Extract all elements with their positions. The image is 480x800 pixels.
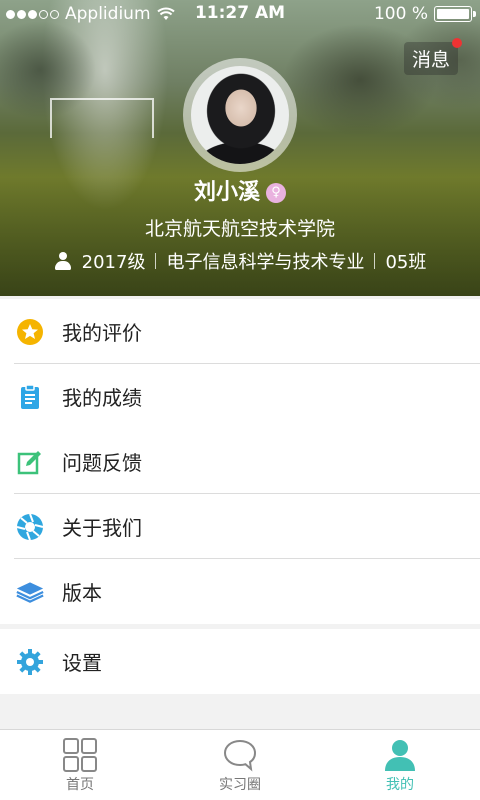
class: 05班 bbox=[385, 252, 427, 273]
menu-label: 版本 bbox=[62, 581, 102, 605]
messages-label: 消息 bbox=[411, 49, 450, 71]
profile-name-row: 刘小溪 ♀ bbox=[0, 174, 480, 206]
menu-label: 我的评价 bbox=[62, 321, 142, 345]
clipboard-icon bbox=[21, 383, 39, 409]
unread-badge bbox=[452, 38, 462, 48]
menu-item-my-reviews[interactable]: 我的评价 bbox=[0, 299, 480, 364]
menu-item-my-grades[interactable]: 我的成绩 bbox=[0, 364, 480, 429]
tab-label: 我的 bbox=[386, 777, 414, 793]
grade: 2017级 bbox=[81, 252, 146, 273]
menu-label: 我的成绩 bbox=[62, 386, 142, 410]
status-bar: Applidium 11:27 AM 100 % bbox=[0, 0, 480, 28]
grid-icon bbox=[63, 738, 97, 772]
tab-internship-circle[interactable]: 实习圈 bbox=[160, 730, 320, 800]
menu-item-settings[interactable]: 设置 bbox=[0, 629, 480, 694]
menu-item-version[interactable]: 版本 bbox=[0, 559, 480, 624]
avatar-photo bbox=[191, 66, 289, 164]
divider bbox=[155, 253, 157, 269]
layers-icon bbox=[16, 581, 44, 603]
tab-mine[interactable]: 我的 bbox=[320, 730, 480, 800]
person-icon bbox=[54, 252, 72, 270]
gear-icon bbox=[17, 648, 43, 675]
female-icon: ♀ bbox=[266, 183, 286, 203]
battery-icon bbox=[434, 6, 476, 22]
tab-label: 实习圈 bbox=[219, 777, 261, 793]
tab-label: 首页 bbox=[66, 777, 94, 793]
school-name: 北京航天航空技术学院 bbox=[144, 218, 335, 240]
major: 电子信息科学与技术专业 bbox=[166, 252, 365, 273]
avatar[interactable] bbox=[183, 58, 297, 172]
messages-button[interactable]: 消息 bbox=[403, 38, 462, 75]
star-icon bbox=[17, 318, 43, 345]
person-icon bbox=[385, 740, 415, 771]
menu-label: 关于我们 bbox=[62, 516, 142, 540]
aperture-icon bbox=[16, 513, 44, 540]
menu-item-feedback[interactable]: 问题反馈 bbox=[0, 429, 480, 494]
edit-icon bbox=[17, 450, 41, 474]
tab-home[interactable]: 首页 bbox=[0, 730, 160, 800]
background-goal-decoration bbox=[50, 98, 154, 138]
menu-label: 问题反馈 bbox=[62, 451, 142, 475]
divider bbox=[374, 253, 376, 269]
student-info: 2017级 电子信息科学与技术专业 05班 bbox=[0, 248, 480, 274]
menu-group-info: 问题反馈 关于我们 版本 bbox=[0, 429, 480, 624]
menu-item-about-us[interactable]: 关于我们 bbox=[0, 494, 480, 559]
menu-group-records: 我的评价 我的成绩 bbox=[0, 299, 480, 429]
menu-group-settings: 设置 bbox=[0, 629, 480, 694]
menu-label: 设置 bbox=[62, 651, 102, 675]
tab-bar: 首页 实习圈 我的 bbox=[0, 729, 480, 800]
username: 刘小溪 bbox=[193, 180, 260, 205]
chat-bubble-icon bbox=[223, 739, 257, 772]
battery-percent: 100 % bbox=[373, 4, 428, 24]
